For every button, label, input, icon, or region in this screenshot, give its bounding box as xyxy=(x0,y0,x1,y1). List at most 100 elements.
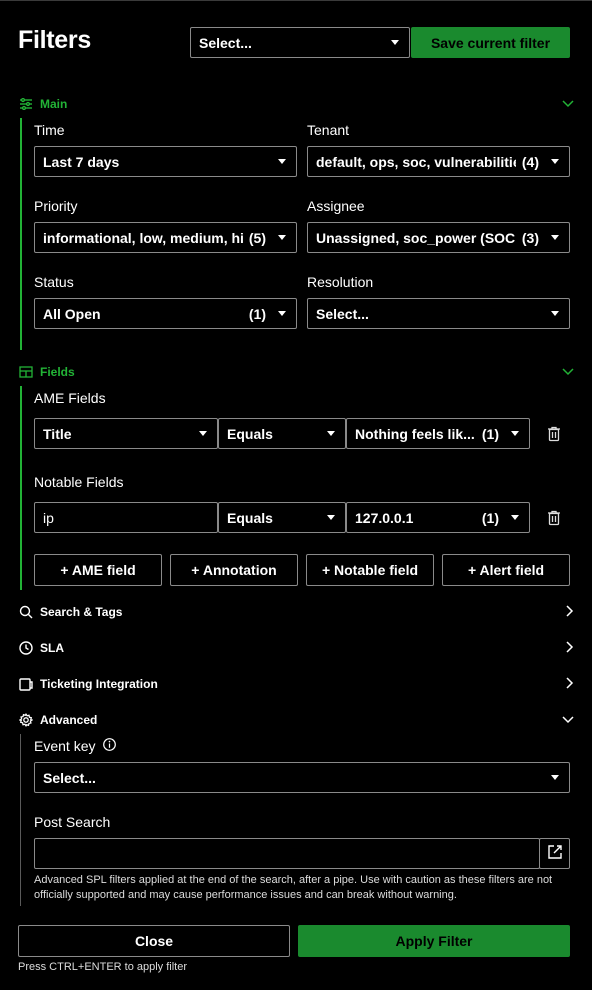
section-fields-bar xyxy=(20,386,22,590)
add-annotation-button[interactable]: + Annotation xyxy=(170,554,298,586)
assignee-count: (3) xyxy=(521,229,539,246)
section-ticketing-header[interactable]: Ticketing Integration xyxy=(18,674,574,694)
chevron-down-icon xyxy=(278,159,286,164)
post-search-help: Advanced SPL filters applied at the end … xyxy=(34,874,553,901)
status-select-value: All Open xyxy=(43,305,101,322)
notable-value-select[interactable]: 127.0.0.1 (1) xyxy=(346,502,530,533)
resolution-select-value: Select... xyxy=(316,305,369,322)
section-search-tags-header[interactable]: Search & Tags xyxy=(18,602,574,622)
apply-filter-button[interactable]: Apply Filter xyxy=(298,925,570,957)
chevron-down-icon xyxy=(278,235,286,240)
section-main-header[interactable]: Main xyxy=(18,94,574,114)
section-advanced-label: Advanced xyxy=(40,713,98,727)
assignee-select-value: Unassigned, soc_power (SOC ... xyxy=(316,229,516,246)
priority-count: (5) xyxy=(248,229,266,246)
chevron-down-icon xyxy=(551,159,559,164)
event-key-select[interactable]: Select... xyxy=(34,762,570,793)
assignee-select[interactable]: Unassigned, soc_power (SOC ... (3) xyxy=(307,222,570,253)
trash-icon[interactable] xyxy=(547,426,561,442)
priority-select[interactable]: informational, low, medium, hi... (5) xyxy=(34,222,297,253)
clock-icon xyxy=(18,640,34,656)
chevron-down-icon xyxy=(562,713,574,727)
add-alert-field-button[interactable]: + Alert field xyxy=(442,554,570,586)
notable-field-input[interactable]: ip xyxy=(34,502,218,533)
section-main-bar xyxy=(20,118,22,350)
chevron-right-icon xyxy=(566,640,574,656)
ame-field-select[interactable]: Title xyxy=(34,418,218,449)
add-notable-field-button[interactable]: + Notable field xyxy=(306,554,434,586)
section-ticketing-label: Ticketing Integration xyxy=(40,677,158,691)
section-fields-header[interactable]: Fields xyxy=(18,362,574,382)
tenant-count: (4) xyxy=(521,153,539,170)
section-sla-label: SLA xyxy=(40,641,64,655)
tenant-label: Tenant xyxy=(307,122,350,138)
tenant-select[interactable]: default, ops, soc, vulnerabilities (4) xyxy=(307,146,570,177)
gear-icon xyxy=(18,712,34,728)
add-ame-field-button[interactable]: + AME field xyxy=(34,554,162,586)
notable-fields-label: Notable Fields xyxy=(34,474,124,490)
chevron-down-icon xyxy=(278,311,286,316)
table-icon xyxy=(18,364,34,380)
external-link-icon xyxy=(547,844,563,863)
ame-operator-select[interactable]: Equals xyxy=(218,418,346,449)
chevron-down-icon xyxy=(327,515,335,520)
event-key-label-row: Event key xyxy=(34,738,117,754)
priority-label: Priority xyxy=(34,198,78,214)
ame-field-value: Title xyxy=(43,425,72,442)
notable-field-value: ip xyxy=(43,509,54,526)
resolution-label: Resolution xyxy=(307,274,374,290)
notable-operator-select[interactable]: Equals xyxy=(218,502,346,533)
ticket-icon xyxy=(18,676,34,692)
chevron-right-icon xyxy=(566,604,574,620)
saved-filter-select[interactable]: Select... xyxy=(190,27,410,58)
assignee-label: Assignee xyxy=(307,198,365,214)
chevron-down-icon xyxy=(511,515,519,520)
ame-fields-label: AME Fields xyxy=(34,390,106,406)
chevron-down-icon xyxy=(562,365,574,379)
section-main-label: Main xyxy=(40,97,68,111)
trash-icon[interactable] xyxy=(547,510,561,526)
chevron-right-icon xyxy=(566,676,574,692)
section-advanced-header[interactable]: Advanced xyxy=(18,710,574,730)
ame-value-select[interactable]: Nothing feels lik... (1) xyxy=(346,418,530,449)
chevron-down-icon xyxy=(391,40,399,45)
section-sla-header[interactable]: SLA xyxy=(18,638,574,658)
time-label: Time xyxy=(34,122,65,138)
status-label: Status xyxy=(34,274,74,290)
section-search-tags-label: Search & Tags xyxy=(40,605,123,619)
chevron-down-icon xyxy=(511,431,519,436)
status-count: (1) xyxy=(248,305,266,322)
save-current-filter-button[interactable]: Save current filter xyxy=(411,27,570,58)
ame-value-text: Nothing feels lik... xyxy=(355,425,475,442)
chevron-down-icon xyxy=(551,775,559,780)
chevron-down-icon xyxy=(562,97,574,111)
time-select-value: Last 7 days xyxy=(43,153,120,170)
ame-value-count: (1) xyxy=(481,425,499,442)
search-icon xyxy=(18,604,34,620)
post-search-input[interactable] xyxy=(34,838,540,869)
close-button[interactable]: Close xyxy=(18,925,290,957)
chevron-down-icon xyxy=(551,311,559,316)
priority-select-value: informational, low, medium, hi... xyxy=(43,229,243,246)
status-select[interactable]: All Open (1) xyxy=(34,298,297,329)
info-icon[interactable] xyxy=(103,738,117,754)
top-divider xyxy=(0,0,592,1)
event-key-select-value: Select... xyxy=(43,769,96,786)
tenant-select-value: default, ops, soc, vulnerabilities xyxy=(316,153,516,170)
sliders-icon xyxy=(18,96,34,112)
notable-value-count: (1) xyxy=(481,509,499,526)
chevron-down-icon xyxy=(199,431,207,436)
ame-operator-value: Equals xyxy=(227,425,273,442)
page-title: Filters xyxy=(18,26,91,54)
open-external-button[interactable] xyxy=(539,838,570,869)
resolution-select[interactable]: Select... xyxy=(307,298,570,329)
post-search-label: Post Search xyxy=(34,814,111,830)
section-advanced-bar xyxy=(20,734,21,906)
keyboard-hint: Press CTRL+ENTER to apply filter xyxy=(18,961,188,973)
chevron-down-icon xyxy=(327,431,335,436)
notable-operator-value: Equals xyxy=(227,509,273,526)
section-fields-label: Fields xyxy=(40,365,75,379)
time-select[interactable]: Last 7 days xyxy=(34,146,297,177)
notable-value-text: 127.0.0.1 xyxy=(355,509,414,526)
saved-filter-select-value: Select... xyxy=(199,34,252,51)
